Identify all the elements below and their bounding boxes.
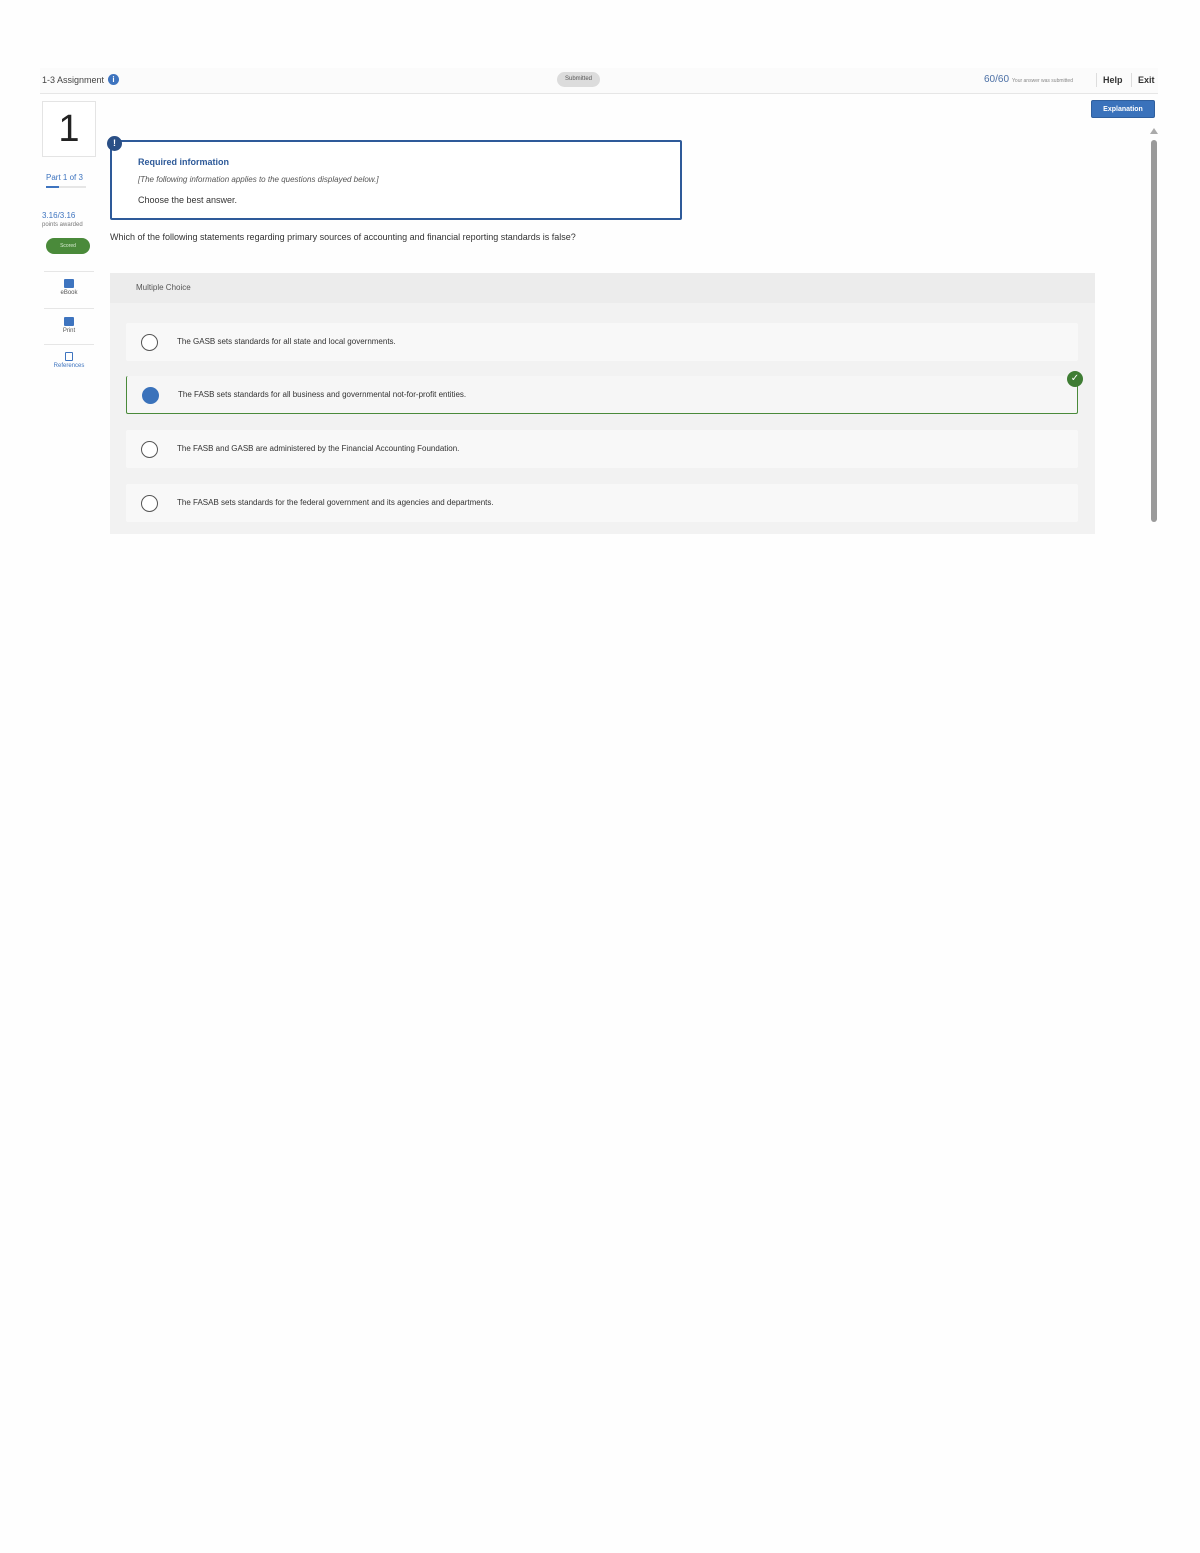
answer-option-4[interactable]: The FASAB sets standards for the federal… [126,484,1078,522]
required-info-box: Required information [The following info… [110,140,682,220]
part-progress-fill [46,186,60,188]
score-value: 60/60 [984,74,1010,85]
answer-option-text: The GASB sets standards for all state an… [177,337,396,346]
divider [44,308,94,309]
score-display: 60/60 Your answer was submitted [984,74,1073,85]
print-icon [64,317,74,326]
divider [1096,73,1097,87]
points-value: 3.16/3.16 [42,211,76,220]
part-indicator[interactable]: Part 1 of 3 [46,173,83,182]
correct-check-icon: ✓ [1067,371,1083,387]
divider [44,271,94,272]
answer-option-text: The FASAB sets standards for the federal… [177,498,494,507]
radio-button[interactable] [141,334,158,351]
question-number: 1 [42,101,96,157]
ebook-button[interactable]: eBook [44,279,94,296]
radio-button[interactable] [141,441,158,458]
answer-option-2[interactable]: The FASB sets standards for all business… [126,376,1078,414]
divider [44,344,94,345]
multiple-choice-heading: Multiple Choice [136,283,191,292]
assignment-frame: 1-3 Assignment i Submitted 60/60 Your an… [40,68,1160,538]
answer-option-1[interactable]: The GASB sets standards for all state an… [126,323,1078,361]
exit-button[interactable]: Exit [1138,75,1155,85]
references-button[interactable]: References [44,352,94,369]
book-icon [64,279,74,288]
required-info-subtitle: [The following information applies to th… [138,175,379,184]
info-icon[interactable]: i [108,74,120,85]
assignment-title: 1-3 Assignment i [42,74,120,85]
status-badge: Submitted [557,72,600,87]
references-icon [65,352,73,361]
question-text: Which of the following statements regard… [110,232,576,242]
score-note: Your answer was submitted [1012,78,1073,84]
assignment-title-text: 1-3 Assignment [42,74,105,85]
radio-button[interactable] [141,495,158,512]
answer-option-text: The FASB sets standards for all business… [178,390,467,399]
ebook-label: eBook [60,290,78,296]
divider [1131,73,1132,87]
print-button[interactable]: Print [44,317,94,334]
points-label: points awarded [42,222,83,228]
scored-badge: Scored [46,238,90,254]
help-button[interactable]: Help [1103,75,1123,85]
print-label: Print [62,328,76,334]
scrollbar-thumb[interactable] [1151,140,1157,522]
answer-option-text: The FASB and GASB are administered by th… [177,444,460,453]
radio-button-selected[interactable] [142,387,159,404]
top-bar: 1-3 Assignment i Submitted 60/60 Your an… [40,68,1158,94]
references-label: References [53,363,85,369]
explanation-button[interactable]: Explanation [1091,100,1155,118]
instruction-text: Choose the best answer. [138,195,238,205]
answer-option-3[interactable]: The FASB and GASB are administered by th… [126,430,1078,468]
alert-icon: ! [107,136,122,151]
multiple-choice-panel: Multiple Choice The GASB sets standards … [110,273,1095,534]
required-info-title: Required information [138,157,230,167]
part-progress-bar [46,186,86,188]
multiple-choice-header: Multiple Choice [110,273,1095,303]
scroll-up-arrow[interactable] [1150,128,1158,134]
